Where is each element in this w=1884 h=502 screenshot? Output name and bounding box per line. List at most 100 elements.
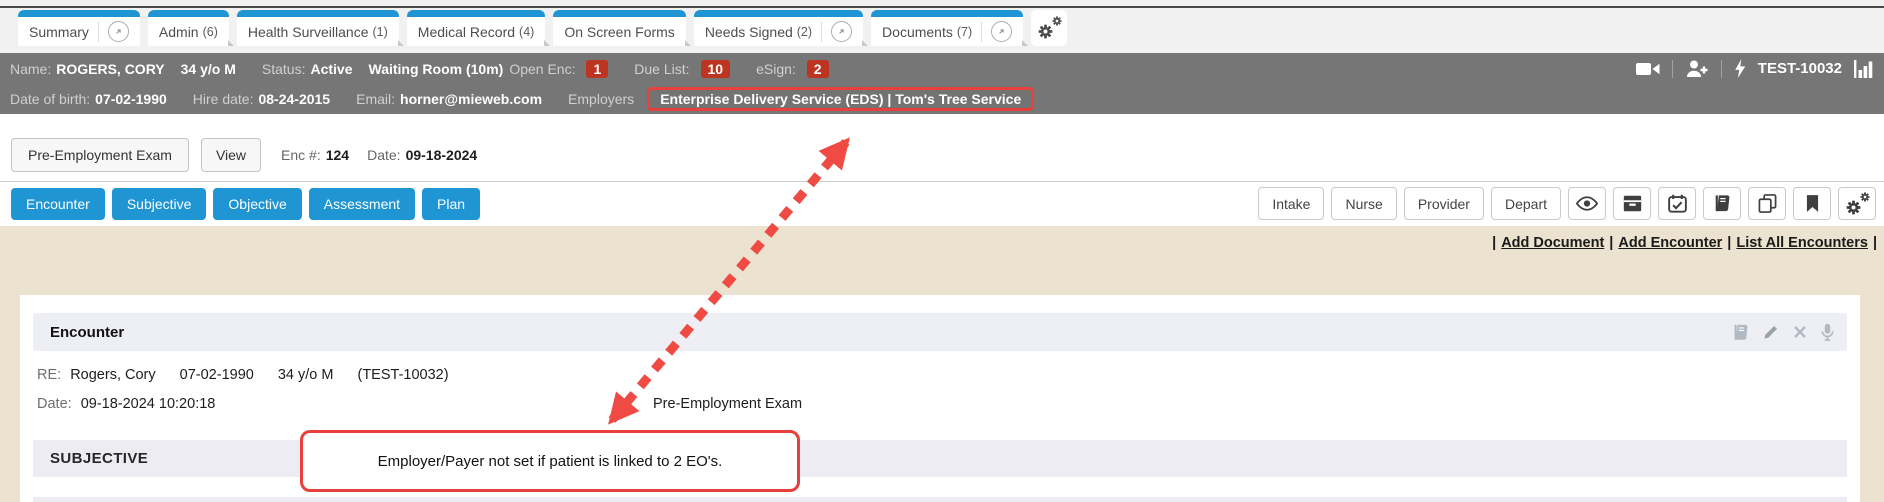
re-patient-name: Rogers, Cory xyxy=(70,367,155,383)
tab-label: Documents xyxy=(882,24,953,40)
dob-label: Date of birth: xyxy=(10,91,90,107)
patient-name: ROGERS, CORY xyxy=(56,61,164,77)
exam-type-button[interactable]: Pre-Employment Exam xyxy=(11,138,189,172)
nav-assessment-button[interactable]: Assessment xyxy=(309,188,415,220)
tab-label: Needs Signed xyxy=(705,24,793,40)
encounter-content-area: |Add Document|Add Encounter|List All Enc… xyxy=(0,226,1884,502)
open-enc-label: Open Enc: xyxy=(509,61,575,77)
tab-count: (2) xyxy=(797,25,812,39)
encounter-card-header: Encounter xyxy=(33,313,1847,351)
tab-settings-button[interactable] xyxy=(1031,10,1067,46)
nav-encounter-button[interactable]: Encounter xyxy=(11,188,105,220)
employers-highlight-box: Enterprise Delivery Service (EDS) | Tom'… xyxy=(647,87,1034,111)
webchart-app: Summary Admin (6) Health Surveillance xyxy=(0,0,1884,502)
chart-id: TEST-10032 xyxy=(1758,60,1842,77)
patient-header-bar: Name: ROGERS, CORY 34 y/o M Status: Acti… xyxy=(0,53,1884,114)
hire-date-label: Hire date: xyxy=(193,91,254,107)
calendar-check-icon[interactable] xyxy=(1658,187,1696,220)
bookmark-icon[interactable] xyxy=(1793,187,1831,220)
tab-label: On Screen Forms xyxy=(564,24,674,40)
encounter-datetime: 09-18-2024 10:20:18 xyxy=(81,396,216,412)
close-icon[interactable] xyxy=(1793,325,1807,339)
esign-label: eSign: xyxy=(756,61,796,77)
book-icon[interactable] xyxy=(1703,187,1741,220)
patient-age-sex: 34 y/o M xyxy=(181,61,236,77)
tab-on-screen-forms[interactable]: On Screen Forms xyxy=(553,10,685,46)
gears-icon[interactable] xyxy=(1838,187,1876,220)
dob-value: 07-02-1990 xyxy=(95,91,167,107)
tab-health-surveillance[interactable]: Health Surveillance (1) xyxy=(237,10,399,46)
tab-count: (1) xyxy=(373,25,388,39)
pencil-icon[interactable] xyxy=(1763,324,1779,340)
open-enc-badge[interactable]: 1 xyxy=(586,60,608,78)
enc-date-label: Date: xyxy=(367,147,400,163)
provider-button[interactable]: Provider xyxy=(1404,187,1484,220)
esign-badge[interactable]: 2 xyxy=(807,60,829,78)
patient-status: Active xyxy=(310,61,352,77)
intake-button[interactable]: Intake xyxy=(1258,187,1324,220)
next-section-header-partial xyxy=(33,497,1847,502)
archive-box-icon[interactable] xyxy=(1613,187,1651,220)
due-list-label: Due List: xyxy=(634,61,689,77)
encounter-card: Encounter RE: xyxy=(20,295,1860,502)
person-add-icon[interactable] xyxy=(1685,60,1709,78)
email-value: horner@mieweb.com xyxy=(400,91,542,107)
lightning-icon[interactable] xyxy=(1734,59,1746,78)
journal-icon[interactable] xyxy=(1732,324,1749,341)
subjective-title: SUBJECTIVE xyxy=(33,450,148,467)
name-label: Name: xyxy=(10,61,51,77)
encounter-info-row: Pre-Employment Exam View Enc #: 124 Date… xyxy=(0,114,1884,182)
section-nav-row: Encounter Subjective Objective Assessmen… xyxy=(0,182,1884,226)
tab-medical-record[interactable]: Medical Record (4) xyxy=(407,10,546,46)
nurse-button[interactable]: Nurse xyxy=(1331,187,1396,220)
tab-label: Summary xyxy=(29,24,89,40)
chart-tab-bar: Summary Admin (6) Health Surveillance xyxy=(0,0,1884,53)
date-label: Date: xyxy=(37,396,72,412)
status-label: Status: xyxy=(262,61,306,77)
enc-number-value: 124 xyxy=(326,147,349,163)
video-camera-icon[interactable] xyxy=(1636,61,1660,77)
popout-arrow-icon[interactable] xyxy=(991,21,1012,42)
employers-label: Employers xyxy=(568,91,634,107)
gears-icon xyxy=(1038,17,1060,39)
microphone-icon[interactable] xyxy=(1821,323,1834,341)
depart-button[interactable]: Depart xyxy=(1491,187,1561,220)
re-dob: 07-02-1990 xyxy=(180,367,254,383)
copy-icon[interactable] xyxy=(1748,187,1786,220)
hire-date-value: 08-24-2015 xyxy=(258,91,330,107)
nav-subjective-button[interactable]: Subjective xyxy=(112,188,207,220)
list-all-encounters-link[interactable]: List All Encounters xyxy=(1736,235,1868,251)
encounter-date-line: Date: 09-18-2024 10:20:18 xyxy=(37,396,235,412)
view-button[interactable]: View xyxy=(201,138,261,172)
email-label: Email: xyxy=(356,91,395,107)
nav-objective-button[interactable]: Objective xyxy=(213,188,301,220)
popout-arrow-icon[interactable] xyxy=(108,21,129,42)
re-label: RE: xyxy=(37,367,61,383)
add-document-link[interactable]: Add Document xyxy=(1501,235,1604,251)
encounter-exam-type: Pre-Employment Exam xyxy=(653,396,802,412)
popout-arrow-icon[interactable] xyxy=(831,21,852,42)
due-list-badge[interactable]: 10 xyxy=(701,60,731,78)
tab-label: Health Surveillance xyxy=(248,24,369,40)
tab-label: Admin xyxy=(159,24,199,40)
tab-count: (6) xyxy=(203,25,218,39)
annotation-note-box: Employer/Payer not set if patient is lin… xyxy=(300,430,800,492)
re-age-sex: 34 y/o M xyxy=(278,367,334,383)
tab-admin[interactable]: Admin (6) xyxy=(148,10,229,46)
employers-value: Enterprise Delivery Service (EDS) | Tom'… xyxy=(660,91,1021,107)
tab-count: (7) xyxy=(957,25,972,39)
encounter-card-title: Encounter xyxy=(33,324,124,341)
tab-documents[interactable]: Documents (7) xyxy=(871,10,1023,46)
eye-icon[interactable] xyxy=(1568,187,1606,220)
annotation-text: Employer/Payer not set if patient is lin… xyxy=(378,453,723,470)
chart-stats-icon[interactable] xyxy=(1854,60,1874,78)
tab-label: Medical Record xyxy=(418,24,515,40)
waiting-room-status: Waiting Room (10m) xyxy=(369,61,504,77)
nav-plan-button[interactable]: Plan xyxy=(422,188,480,220)
tab-count: (4) xyxy=(519,25,534,39)
re-line: RE: Rogers, Cory 07-02-1990 34 y/o M (TE… xyxy=(37,367,469,383)
enc-date-value: 09-18-2024 xyxy=(406,147,478,163)
tab-summary[interactable]: Summary xyxy=(18,10,140,46)
add-encounter-link[interactable]: Add Encounter xyxy=(1618,235,1722,251)
tab-needs-signed[interactable]: Needs Signed (2) xyxy=(694,10,863,46)
